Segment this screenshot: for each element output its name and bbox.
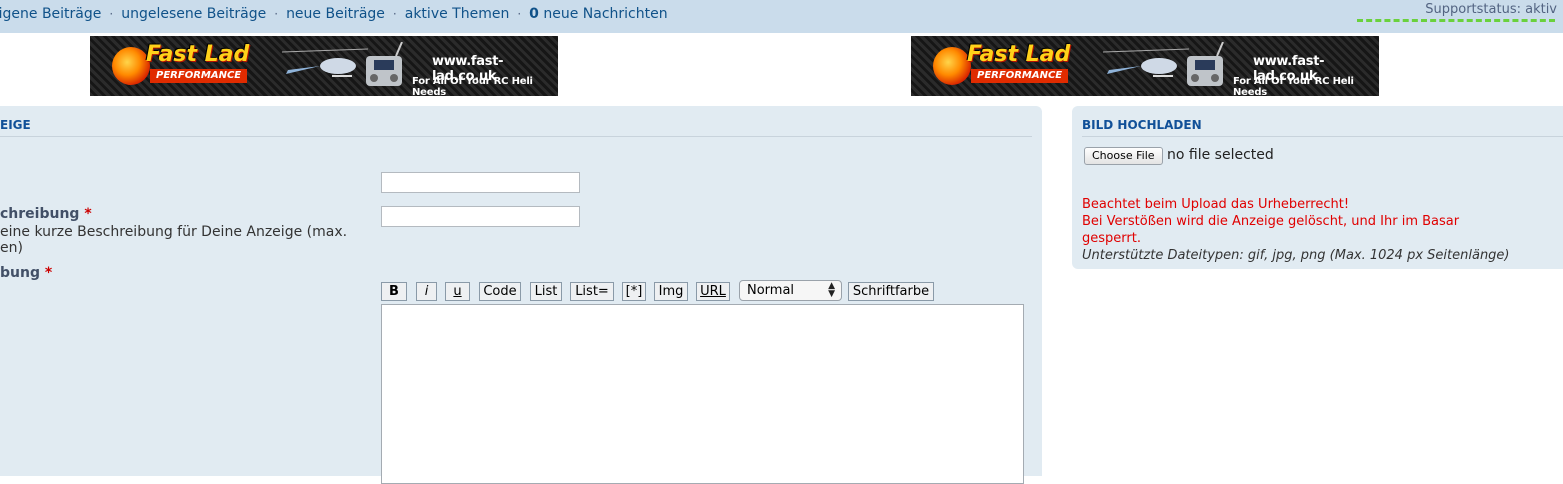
supported-file-types: Unterstützte Dateitypen: gif, jpg, png (…	[1082, 248, 1510, 263]
choose-file-button[interactable]: Choose File	[1084, 147, 1163, 165]
nav-link-new-messages[interactable]: neue Nachrichten	[543, 6, 667, 22]
nav-link-own-posts[interactable]: eigene Beiträge	[0, 6, 101, 22]
top-nav-bar: eigene Beiträge · ungelesene Beiträge · neue…	[0, 0, 1563, 33]
heading-divider	[1082, 136, 1563, 137]
helicopter-icon	[1102, 48, 1190, 77]
radio-transmitter-icon	[366, 42, 403, 86]
nav-separator: ·	[274, 7, 279, 21]
short-description-label: chreibung *	[0, 206, 92, 222]
description-label: bung *	[0, 265, 53, 281]
code-button[interactable]: Code	[479, 282, 521, 301]
ad-form-panel: EIGE chreibung * eine kurze Beschreibung…	[0, 106, 1042, 484]
logo-ball-icon	[112, 47, 150, 85]
nav-link-unread-posts[interactable]: ungelesene Beiträge	[121, 6, 266, 22]
ordered-list-button[interactable]: List=	[570, 282, 614, 301]
image-button[interactable]: Img	[654, 282, 688, 301]
banner-sub: PERFORMANCE	[150, 69, 248, 83]
support-status: Supportstatus: aktiv	[1425, 2, 1557, 17]
helicopter-icon	[281, 48, 369, 77]
nav-link-new-posts[interactable]: neue Beiträge	[286, 6, 385, 22]
violation-warning: Bei Verstößen wird die Anzeige gelöscht,…	[1082, 214, 1460, 229]
banner-tagline: For All Of Your RC Heli Needs	[412, 76, 533, 96]
required-mark: *	[84, 206, 92, 222]
file-status: no file selected	[1167, 147, 1274, 163]
italic-button[interactable]: i	[416, 282, 437, 301]
radio-transmitter-icon	[1187, 42, 1224, 86]
heading-divider	[0, 136, 1032, 137]
underline-button[interactable]: u	[445, 282, 470, 301]
font-size-select[interactable]: Normal ▲ ▼	[739, 280, 842, 301]
advertisement-banner-left[interactable]: Fast Lad PERFORMANCE www.fast-lad.co.uk …	[90, 36, 558, 96]
support-status-underline	[1357, 19, 1555, 22]
violation-warning-continued: gesperrt.	[1082, 231, 1141, 246]
select-arrows-icon: ▲ ▼	[828, 281, 835, 299]
list-item-button[interactable]: [*]	[622, 282, 646, 301]
banner-brand: Fast Lad	[967, 42, 1071, 67]
nav-link-active-topics[interactable]: aktive Themen	[405, 6, 510, 22]
font-color-button[interactable]: Schriftfarbe	[848, 282, 934, 301]
banner-brand: Fast Lad	[146, 42, 250, 67]
short-description-input[interactable]	[381, 206, 580, 227]
nav-separator: ·	[109, 7, 114, 21]
banner-tagline: For All Of Your RC Heli Needs	[1233, 76, 1354, 96]
image-upload-panel: BILD HOCHLADEN Choose File no file selec…	[1072, 106, 1563, 269]
font-size-value: Normal	[747, 283, 795, 298]
url-button[interactable]: URL	[696, 282, 730, 301]
quick-links: eigene Beiträge · ungelesene Beiträge · neue…	[0, 6, 668, 22]
new-messages-count[interactable]: 0	[529, 6, 539, 22]
upload-heading: BILD HOCHLADEN	[1082, 118, 1202, 132]
nav-separator: ·	[392, 7, 397, 21]
list-button[interactable]: List	[530, 282, 562, 301]
banner-sub: PERFORMANCE	[971, 69, 1069, 83]
short-description-hint: eine kurze Beschreibung für Deine Anzeig…	[0, 224, 348, 256]
title-input[interactable]	[381, 172, 580, 193]
copyright-warning: Beachtet beim Upload das Urheberrecht!	[1082, 197, 1350, 212]
bold-button[interactable]: B	[381, 282, 407, 301]
advertisement-banner-right[interactable]: Fast Lad PERFORMANCE www.fast-lad.co.uk …	[911, 36, 1379, 96]
required-mark: *	[44, 265, 53, 281]
nav-separator: ·	[517, 7, 522, 21]
logo-ball-icon	[933, 47, 971, 85]
description-textarea[interactable]	[381, 304, 1024, 484]
form-heading: EIGE	[0, 118, 31, 132]
